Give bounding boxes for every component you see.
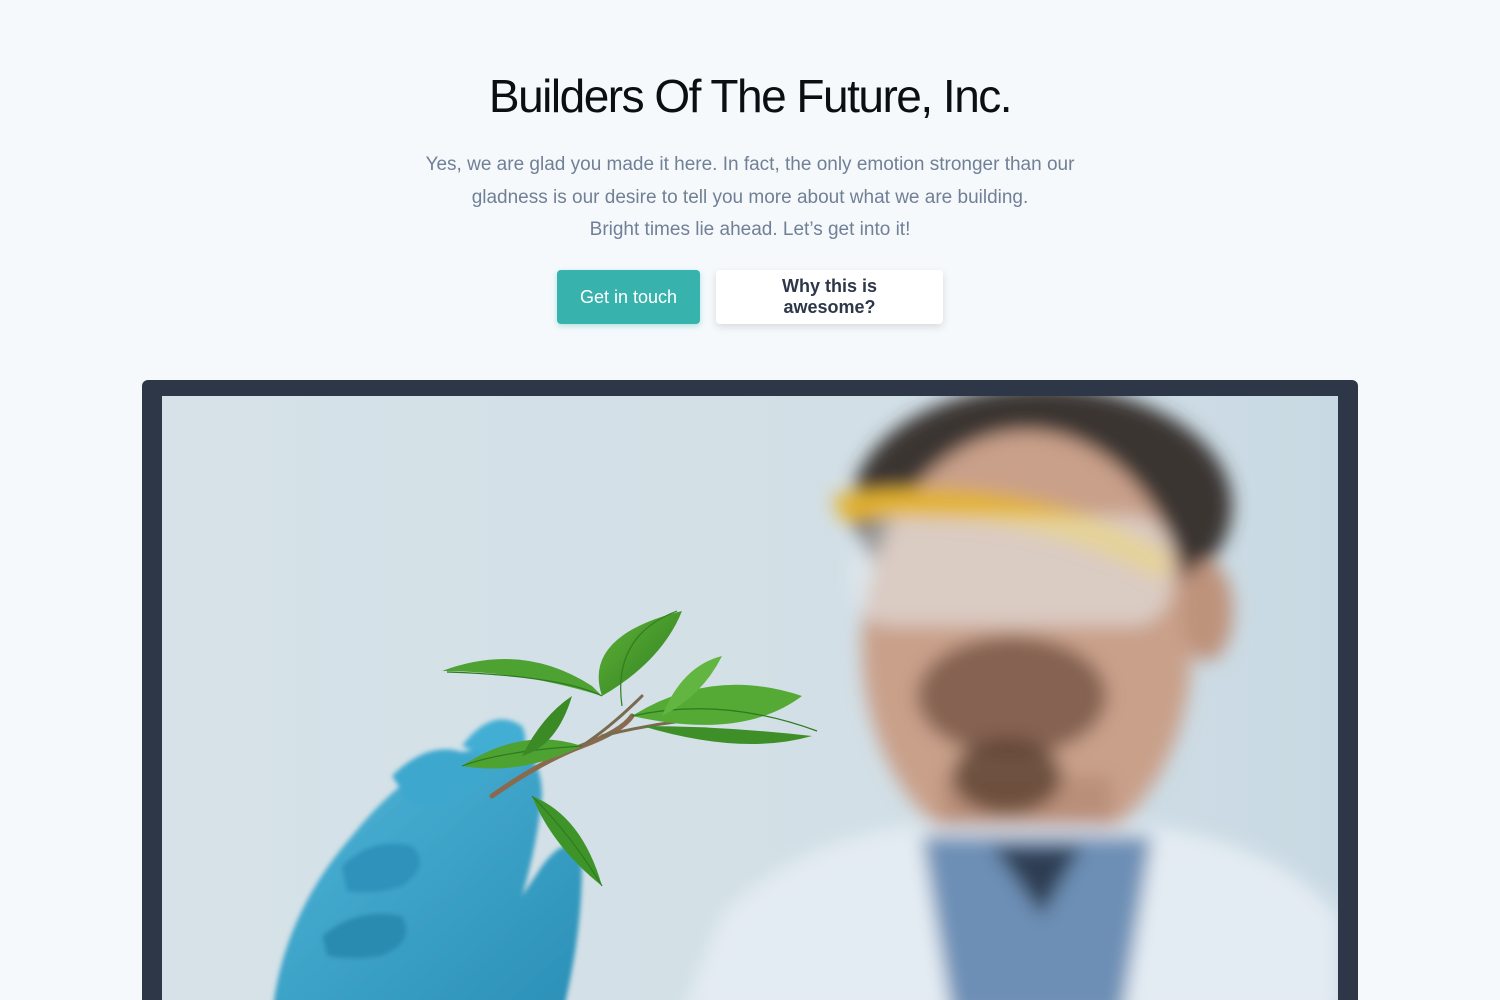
- get-in-touch-button[interactable]: Get in touch: [557, 270, 700, 324]
- page-title: Builders Of The Future, Inc.: [488, 70, 1013, 122]
- subtitle-line: Bright times lie ahead. Let’s get into i…: [589, 219, 911, 240]
- hero-section: Builders Of The Future, Inc. Yes, we are…: [0, 0, 1500, 1000]
- device-frame: [142, 380, 1358, 1000]
- subtitle-line: gladness is our desire to tell you more …: [471, 186, 1029, 208]
- hero-subtitle: Yes, we are glad you made it here. In fa…: [400, 149, 1100, 247]
- subtitle-line: Yes, we are glad you made it here. In fa…: [425, 154, 1075, 175]
- hero-photo: [162, 396, 1338, 1000]
- hero-actions: Get in touch Why this is awesome?: [0, 270, 1500, 324]
- scientist-plant-illustration: [162, 396, 1338, 1000]
- why-awesome-button[interactable]: Why this is awesome?: [716, 270, 943, 324]
